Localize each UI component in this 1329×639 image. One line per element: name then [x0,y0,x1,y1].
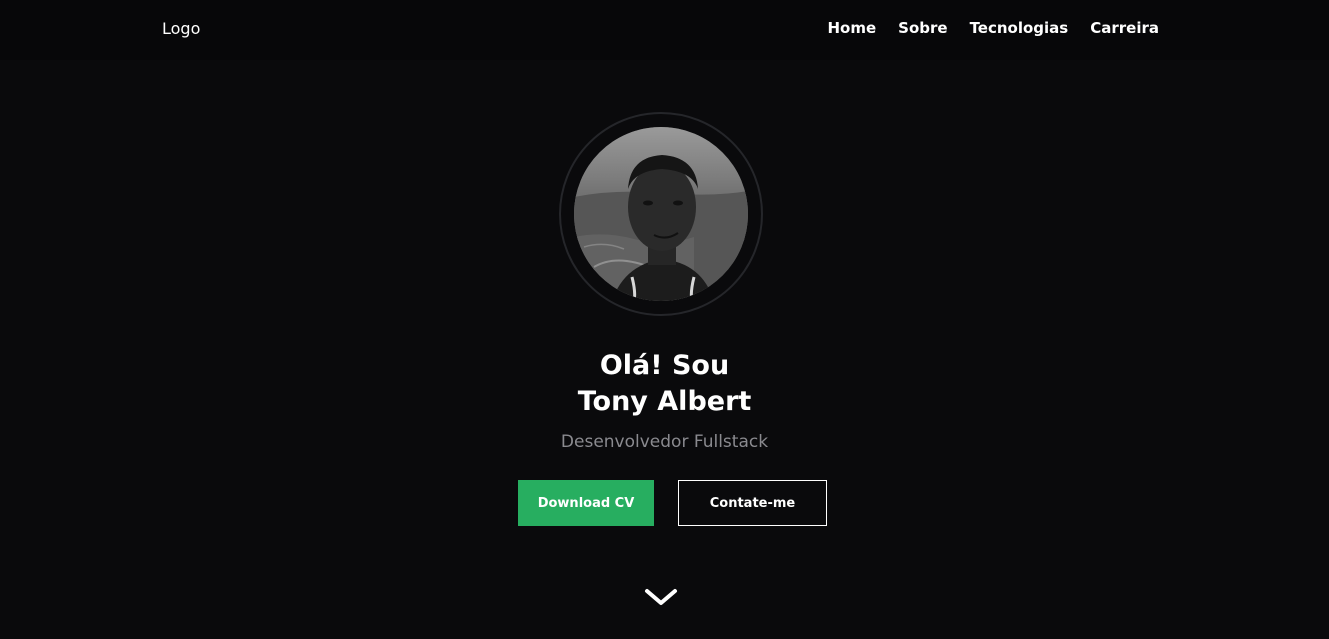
download-cv-button[interactable]: Download CV [518,480,654,526]
nav-item-tecnologias[interactable]: Tecnologias [970,19,1069,37]
main-nav: Home Sobre Tecnologias Carreira [827,19,1159,37]
nav-item-sobre[interactable]: Sobre [898,19,947,37]
nav-item-home[interactable]: Home [827,19,876,37]
chevron-down-icon[interactable] [644,586,678,608]
hero-greeting: Olá! Sou [599,350,730,381]
contact-button[interactable]: Contate-me [678,480,827,526]
site-header: Logo Home Sobre Tecnologias Carreira [0,0,1329,60]
nav-item-carreira[interactable]: Carreira [1090,19,1159,37]
profile-photo [574,127,748,301]
hero-name: Tony Albert [577,386,752,417]
hero-role: Desenvolvedor Fullstack [560,432,769,452]
site-logo[interactable]: Logo [162,19,200,38]
profile-photo-image [574,127,748,301]
hero-title: Olá! Sou Tony Albert [0,348,1329,420]
profile-avatar-ring [559,112,763,316]
